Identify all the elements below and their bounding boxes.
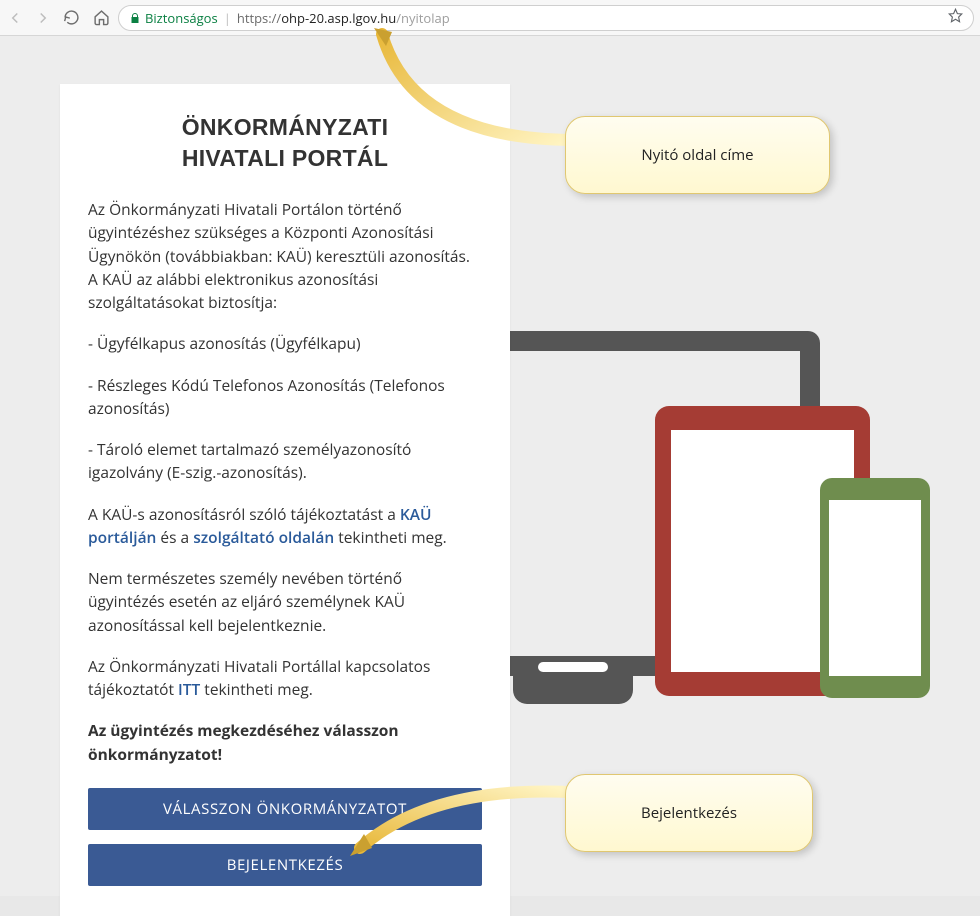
non-natural-person-paragraph: Nem természetes személy nevében történő … <box>88 567 482 637</box>
bullet-eszig: - Tároló elemet tartalmazó személyazonos… <box>88 438 482 485</box>
url-path: /nyitolap <box>396 9 449 27</box>
itt-paragraph: Az Önkormányzati Hivatali Portállal kapc… <box>88 655 482 702</box>
url-display: https://ohp-20.asp.lgov.hu/nyitolap <box>237 9 450 27</box>
secure-label: Biztonságos <box>145 9 218 27</box>
bold-prompt: Az ügyintézés megkezdéséhez válasszon ön… <box>88 719 482 766</box>
callout-bottom: Bejelentkezés <box>565 774 813 852</box>
url-separator: | <box>224 9 231 27</box>
bullet-ugyfelkapu: - Ügyfélkapus azonosítás (Ügyfélkapu) <box>88 332 482 355</box>
browser-chrome-bar: Biztonságos | https://ohp-20.asp.lgov.hu… <box>0 0 980 36</box>
itt-link[interactable]: ITT <box>178 678 200 700</box>
url-host: ohp-20.asp.lgov.hu <box>281 9 396 27</box>
content-card: ÖNKORMÁNYZATI HIVATALI PORTÁL Az Önkormá… <box>60 84 510 916</box>
provider-link[interactable]: szolgáltató oldalán <box>193 526 334 548</box>
secure-indicator: Biztonságos <box>129 9 218 27</box>
url-scheme: https:// <box>237 9 281 27</box>
intro-paragraph: Az Önkormányzati Hivatali Portálon törté… <box>88 198 482 314</box>
callout-top: Nyitó oldal címe <box>565 116 830 194</box>
callout-top-text: Nyitó oldal címe <box>641 145 753 165</box>
reload-icon[interactable] <box>62 9 80 27</box>
nav-icon-group <box>6 9 110 27</box>
bullet-telefonos: - Részleges Kódú Telefonos Azonosítás (T… <box>88 374 482 421</box>
kau-info-paragraph: A KAÜ-s azonosításról szóló tájékoztatás… <box>88 503 482 550</box>
back-icon[interactable] <box>6 9 24 27</box>
forward-icon[interactable] <box>34 9 52 27</box>
lock-icon <box>129 12 141 24</box>
page-title: ÖNKORMÁNYZATI HIVATALI PORTÁL <box>88 112 482 174</box>
title-line1: ÖNKORMÁNYZATI <box>182 114 389 140</box>
select-municipality-button[interactable]: VÁLASSZON ÖNKORMÁNYZATOT <box>88 788 482 830</box>
kau-post: tekintheti meg. <box>334 526 447 548</box>
callout-bottom-text: Bejelentkezés <box>641 803 737 823</box>
title-line2: HIVATALI PORTÁL <box>88 143 482 174</box>
page-background: Nyitó oldal címe Bejelentkezés ÖNKORMÁNY… <box>0 36 980 896</box>
address-bar[interactable]: Biztonságos | https://ohp-20.asp.lgov.hu… <box>118 5 974 31</box>
phone-graphic <box>820 478 930 698</box>
bookmark-star-icon[interactable] <box>948 8 963 27</box>
tablet-graphic <box>655 406 870 696</box>
kau-mid: és a <box>156 526 193 548</box>
kau-pre: A KAÜ-s azonosításról szóló tájékoztatás… <box>88 503 400 525</box>
login-button[interactable]: BEJELENTKEZÉS <box>88 844 482 886</box>
home-icon[interactable] <box>92 9 110 27</box>
itt-post: tekintheti meg. <box>200 678 313 700</box>
